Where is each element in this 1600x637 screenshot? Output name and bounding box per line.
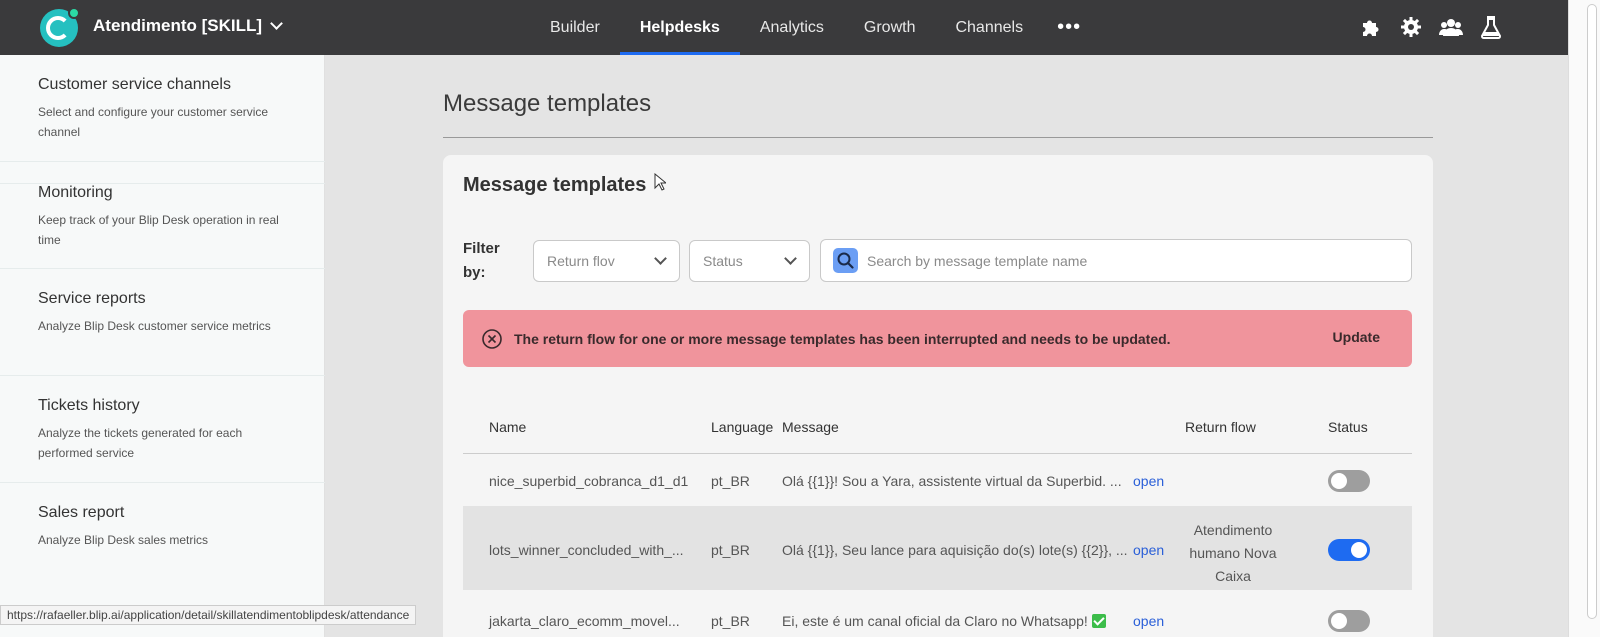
sidebar-item-desc: Analyze Blip Desk customer service metri… — [38, 319, 271, 333]
helpdesk-sidebar: Customer service channels Select and con… — [0, 55, 325, 637]
column-header-language[interactable]: Language — [711, 419, 773, 435]
team-icon[interactable] — [1438, 14, 1464, 40]
column-header-message[interactable]: Message — [782, 419, 839, 435]
more-options-icon[interactable]: ••• — [1043, 0, 1095, 55]
card-title: Message templates — [463, 174, 647, 196]
browser-status-url: https://rafaeller.blip.ai/application/de… — [0, 605, 417, 625]
sidebar-item-service-reports[interactable]: Service reports Analyze Blip Desk custom… — [0, 290, 325, 376]
template-language: pt_BR — [711, 473, 750, 489]
alert-text: The return flow for one or more message … — [514, 330, 1171, 347]
page-scrollbar[interactable] — [1568, 0, 1600, 637]
sidebar-item-sales-report[interactable]: Sales report Analyze Blip Desk sales met… — [0, 504, 325, 590]
sidebar-item-title: Service reports — [38, 290, 146, 307]
nav-growth[interactable]: Growth — [844, 0, 936, 55]
sidebar-item-desc: Analyze Blip Desk sales metrics — [38, 533, 209, 547]
sidebar-item-desc: Keep track of your Blip Desk operation i… — [38, 213, 279, 247]
close-circle-icon — [482, 328, 502, 349]
sidebar-item-tickets-history[interactable]: Tickets history Analyze the tickets gene… — [0, 397, 325, 483]
template-name: jakarta_claro_ecomm_movel... — [489, 613, 680, 629]
main-nav: Builder Helpdesks Analytics Growth Chann… — [530, 0, 1095, 55]
return-flow-select-value: Return flov — [547, 253, 615, 269]
sidebar-item-customer-service-channels[interactable]: Customer service channels Select and con… — [0, 76, 325, 162]
bot-selector[interactable]: Atendimento [SKILL] — [93, 16, 283, 36]
table-row[interactable]: lots_winner_concluded_with_... pt_BR Olá… — [463, 506, 1412, 590]
nav-builder[interactable]: Builder — [530, 0, 620, 55]
chevron-down-icon — [784, 252, 797, 265]
open-message-link[interactable]: open — [1133, 613, 1164, 629]
title-divider — [443, 137, 1433, 138]
search-icon[interactable] — [833, 248, 858, 273]
sidebar-item-desc: Select and configure your customer servi… — [38, 105, 269, 139]
status-select[interactable]: Status — [689, 240, 810, 282]
error-alert: The return flow for one or more message … — [463, 310, 1412, 367]
checkmark-icon — [1091, 614, 1106, 628]
bot-name: Atendimento [SKILL] — [93, 16, 263, 35]
search-bar — [820, 239, 1412, 282]
template-language: pt_BR — [711, 613, 750, 629]
return-flow-name: Atendimento humano Nova Caixa — [1189, 522, 1277, 584]
gear-icon[interactable] — [1398, 14, 1424, 40]
status-toggle[interactable] — [1328, 470, 1370, 492]
template-name: nice_superbid_cobranca_d1_d1 — [489, 473, 689, 489]
template-name: lots_winner_concluded_with_... — [489, 542, 684, 558]
sidebar-item-title: Tickets history — [38, 397, 140, 414]
mouse-cursor-icon — [654, 173, 666, 191]
template-message: Ei, este é um canal oficial da Claro no … — [782, 613, 1088, 629]
nav-analytics[interactable]: Analytics — [740, 0, 844, 55]
nav-helpdesks[interactable]: Helpdesks — [619, 0, 740, 55]
chevron-down-icon — [270, 17, 283, 30]
column-header-return-flow[interactable]: Return flow — [1185, 419, 1256, 435]
sidebar-item-desc: Analyze the tickets generated for each p… — [38, 426, 243, 460]
puzzle-icon[interactable] — [1358, 14, 1384, 40]
table-row[interactable]: nice_superbid_cobranca_d1_d1 pt_BR Olá {… — [463, 455, 1412, 505]
column-header-status[interactable]: Status — [1328, 419, 1368, 435]
nav-channels[interactable]: Channels — [935, 0, 1043, 55]
sidebar-item-title: Customer service channels — [38, 76, 231, 93]
flask-icon[interactable] — [1478, 14, 1504, 40]
update-button[interactable]: Update — [1333, 329, 1380, 345]
templates-card: Message templates Filter by: Return flov… — [443, 155, 1433, 637]
table-row[interactable]: jakarta_claro_ecomm_movel... pt_BR Ei, e… — [463, 591, 1412, 637]
chevron-down-icon — [654, 252, 667, 265]
top-navbar: Atendimento [SKILL] Builder Helpdesks An… — [0, 0, 1568, 55]
status-toggle[interactable] — [1328, 610, 1370, 632]
page-title: Message templates — [443, 90, 652, 117]
sidebar-item-monitoring[interactable]: Monitoring Keep track of your Blip Desk … — [0, 183, 325, 269]
return-flow-select[interactable]: Return flov — [533, 240, 680, 282]
template-message: Olá {{1}}, Seu lance para aquisição do(s… — [782, 542, 1128, 558]
open-message-link[interactable]: open — [1133, 473, 1164, 489]
status-toggle[interactable] — [1328, 539, 1370, 561]
open-message-link[interactable]: open — [1133, 542, 1164, 558]
table-header-divider — [463, 453, 1412, 454]
scrollbar-thumb[interactable] — [1587, 4, 1597, 619]
filter-label: Filter by: — [463, 240, 500, 281]
template-message: Olá {{1}}! Sou a Yara, assistente virtua… — [782, 473, 1122, 489]
sidebar-item-title: Sales report — [38, 504, 125, 521]
sidebar-item-title: Monitoring — [38, 184, 113, 201]
top-icon-group — [1358, 14, 1504, 40]
status-select-value: Status — [703, 253, 743, 269]
search-input[interactable] — [867, 252, 1387, 269]
template-language: pt_BR — [711, 542, 750, 558]
template-message-cell: Ei, este é um canal oficial da Claro no … — [782, 613, 1106, 629]
column-header-name[interactable]: Name — [489, 419, 526, 435]
blip-logo[interactable] — [40, 7, 80, 47]
